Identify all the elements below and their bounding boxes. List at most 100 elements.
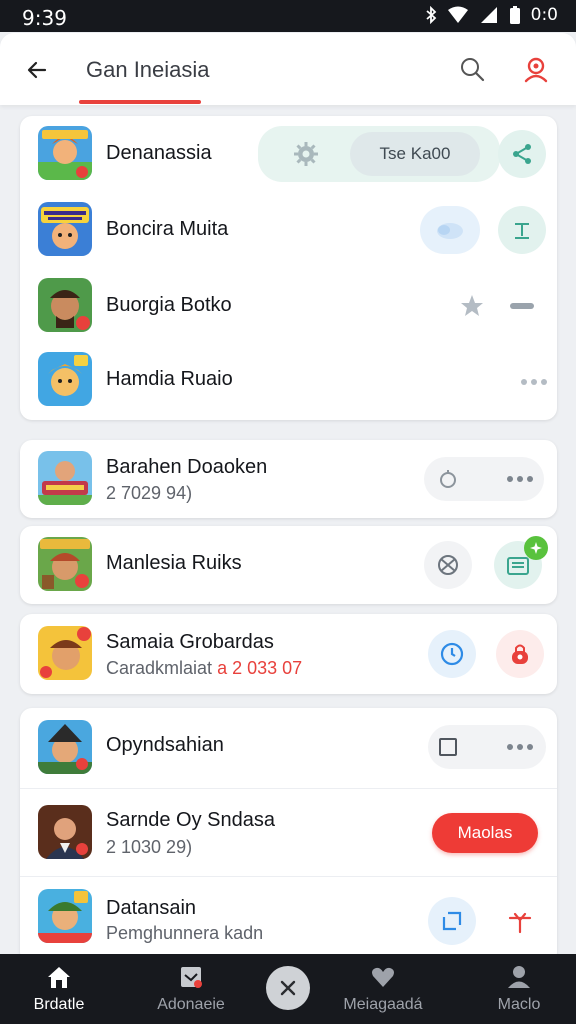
pin-button[interactable] <box>496 897 544 945</box>
timer-button[interactable] <box>424 455 472 503</box>
close-button[interactable] <box>266 966 310 1010</box>
bottom-navigation: Brdatle Adonaeie Meiagaadá Maclo <box>0 954 576 1024</box>
wifi-icon <box>447 6 469 24</box>
list-item-title: Opyndsahian <box>106 734 224 756</box>
checkbox-icon <box>439 738 457 756</box>
open-button[interactable] <box>428 897 476 945</box>
sparkle-icon <box>530 542 542 554</box>
page-title: Gan Ineiasia <box>86 57 210 82</box>
close-icon <box>280 980 296 996</box>
favorite-button[interactable] <box>448 282 496 330</box>
status-time: 9:39 <box>22 6 67 30</box>
nav-item-profile[interactable]: Maclo <box>464 962 574 1020</box>
game-group-card: Denanassia Tse Ka00 Boncira Muita Buorgi… <box>20 116 557 420</box>
nav-label: Meiagaadá <box>343 996 423 1013</box>
heart-icon <box>369 962 397 992</box>
more-button[interactable] <box>496 723 544 771</box>
game-icon <box>38 537 92 591</box>
person-icon <box>505 962 533 992</box>
list-item-title: Hamdia Ruaio <box>106 368 233 390</box>
more-icon <box>507 476 533 482</box>
game-icon <box>38 626 92 680</box>
timer-button[interactable] <box>428 630 476 678</box>
game-icon <box>38 889 92 943</box>
home-icon <box>45 962 73 992</box>
nav-label: Adonaeie <box>157 996 225 1013</box>
search-button[interactable] <box>456 53 488 85</box>
nav-label: Brdatle <box>33 996 85 1013</box>
list-item-subtitle: Caradkmlaiat a 2 033 07 <box>106 658 303 678</box>
more-button[interactable] <box>510 358 558 406</box>
status-bar: 9:39 0:0 <box>0 0 576 32</box>
action-button[interactable]: Maolas <box>432 813 538 853</box>
game-group-card: Manlesia Ruiks <box>20 526 557 604</box>
game-icon <box>38 352 92 406</box>
inbox-icon <box>177 962 205 992</box>
list-item[interactable]: Datansain Pemghunnera kadn <box>20 876 557 964</box>
new-badge <box>524 536 548 560</box>
lock-icon <box>512 644 528 664</box>
list-item-title: Samaia Grobardas <box>106 631 274 653</box>
list-item[interactable]: Sarnde Oy Sndasa 2 1030 29) Maolas <box>20 788 557 876</box>
back-button[interactable] <box>22 55 52 85</box>
list-item[interactable]: Buorgia Botko <box>20 268 557 344</box>
nav-item-inbox[interactable]: Adonaeie <box>136 962 246 1020</box>
game-icon <box>38 805 92 859</box>
more-button[interactable] <box>496 455 544 503</box>
checkbox-button[interactable] <box>424 723 472 771</box>
pill-icon <box>510 303 534 309</box>
list-item-subtitle: 2 7029 94) <box>106 483 193 503</box>
status-icons: 0:0 <box>425 5 558 25</box>
minus-button[interactable] <box>498 282 546 330</box>
battery-text: 0:0 <box>530 5 558 25</box>
list-item-title: Datansain <box>106 897 197 919</box>
tab-indicator <box>79 100 201 104</box>
list-item[interactable]: Denanassia Tse Ka00 <box>20 116 557 192</box>
profile-button[interactable] <box>520 53 552 85</box>
game-icon <box>38 451 92 505</box>
user-icon <box>524 57 548 83</box>
game-group-card: Opyndsahian Sarnde Oy Sndasa 2 1030 29) … <box>20 708 557 964</box>
list-item-title: Buorgia Botko <box>106 294 232 316</box>
arrow-left-icon <box>27 61 47 79</box>
share-button[interactable] <box>498 130 546 178</box>
list-item[interactable]: Samaia Grobardas Caradkmlaiat a 2 033 07 <box>20 614 557 694</box>
pin-icon <box>508 912 532 934</box>
text-button[interactable] <box>498 206 546 254</box>
settings-button[interactable] <box>282 130 330 178</box>
more-icon <box>521 379 547 385</box>
status-chip[interactable]: Tse Ka00 <box>350 132 480 176</box>
list-item-title: Denanassia <box>106 142 212 164</box>
game-icon <box>38 720 92 774</box>
clock-icon <box>440 642 464 666</box>
remove-button[interactable] <box>496 630 544 678</box>
game-group-card: Samaia Grobardas Caradkmlaiat a 2 033 07 <box>20 614 557 694</box>
star-icon <box>461 295 483 316</box>
list-item-subtitle: Pemghunnera kadn <box>106 923 264 943</box>
grid-button[interactable] <box>424 541 472 589</box>
game-icon <box>38 202 92 256</box>
list-item[interactable]: Barahen Doaoken 2 7029 94) <box>20 440 557 518</box>
game-group-card: Barahen Doaoken 2 7029 94) <box>20 440 557 518</box>
timer-icon <box>440 470 456 488</box>
list-item-title: Barahen Doaoken <box>106 456 268 478</box>
more-icon <box>507 744 533 750</box>
nav-item-home[interactable]: Brdatle <box>4 962 114 1020</box>
toggle-button[interactable] <box>420 206 480 254</box>
gear-icon <box>294 142 318 166</box>
list-item-title: Sarnde Oy Sndasa <box>106 809 275 831</box>
list-item[interactable]: Opyndsahian <box>20 708 557 786</box>
list-item[interactable]: Hamdia Ruaio <box>20 344 557 420</box>
list-item-title: Manlesia Ruiks <box>106 552 242 574</box>
list-item[interactable]: Boncira Muita <box>20 192 557 268</box>
grid-icon <box>438 555 458 575</box>
app-bar: Gan Ineiasia <box>0 33 576 105</box>
bluetooth-icon <box>425 6 437 24</box>
nav-item-favorites[interactable]: Meiagaadá <box>328 962 438 1020</box>
game-icon <box>38 278 92 332</box>
list-item-subtitle: 2 1030 29) <box>106 837 193 857</box>
battery-icon <box>509 5 521 25</box>
nav-label: Maclo <box>497 996 541 1013</box>
list-item[interactable]: Manlesia Ruiks <box>20 526 557 604</box>
signal-icon <box>479 6 499 24</box>
